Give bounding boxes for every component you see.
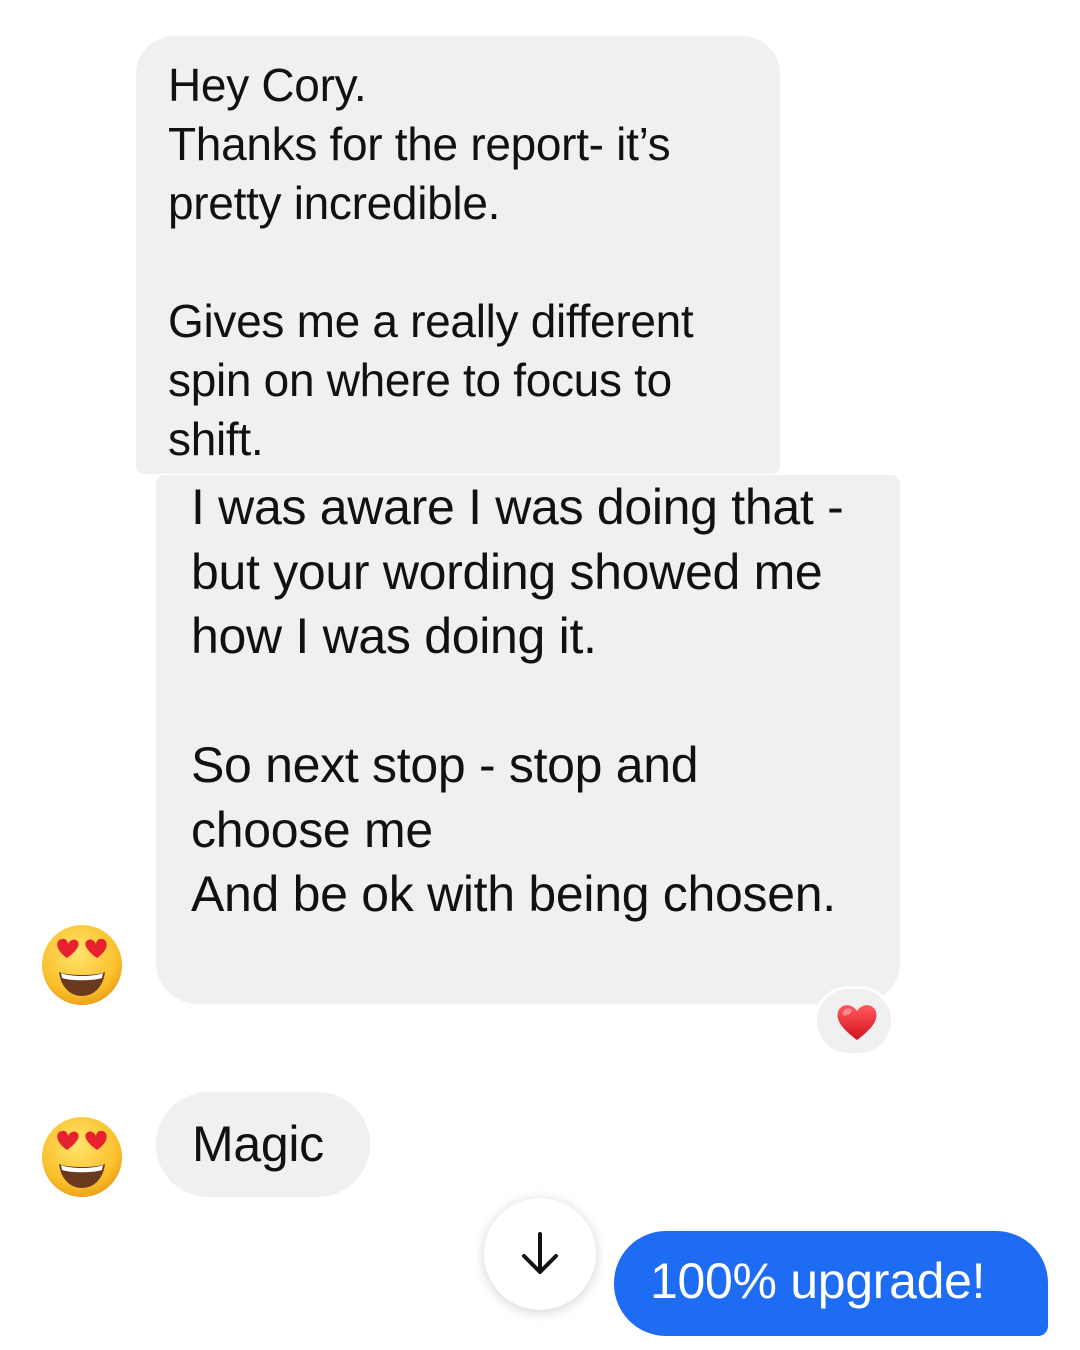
heart-icon <box>837 1005 877 1040</box>
sender-avatar[interactable] <box>41 1116 123 1198</box>
sender-avatar[interactable] <box>41 924 123 1006</box>
message-bubble-outgoing[interactable]: 100% upgrade! <box>614 1231 1048 1336</box>
scroll-to-bottom-button[interactable] <box>484 1198 596 1310</box>
message-bubble-incoming[interactable]: Magic <box>156 1092 370 1197</box>
message-reaction[interactable] <box>814 986 894 1056</box>
heart-eyes-emoji-icon <box>42 925 122 1005</box>
message-bubble-incoming[interactable]: Hey Cory. Thanks for the report- it’s pr… <box>136 36 780 474</box>
heart-eyes-emoji-icon <box>42 1117 122 1197</box>
arrow-down-icon <box>522 1232 558 1274</box>
message-bubble-incoming[interactable]: I was aware I was doing that - but your … <box>156 475 900 1004</box>
